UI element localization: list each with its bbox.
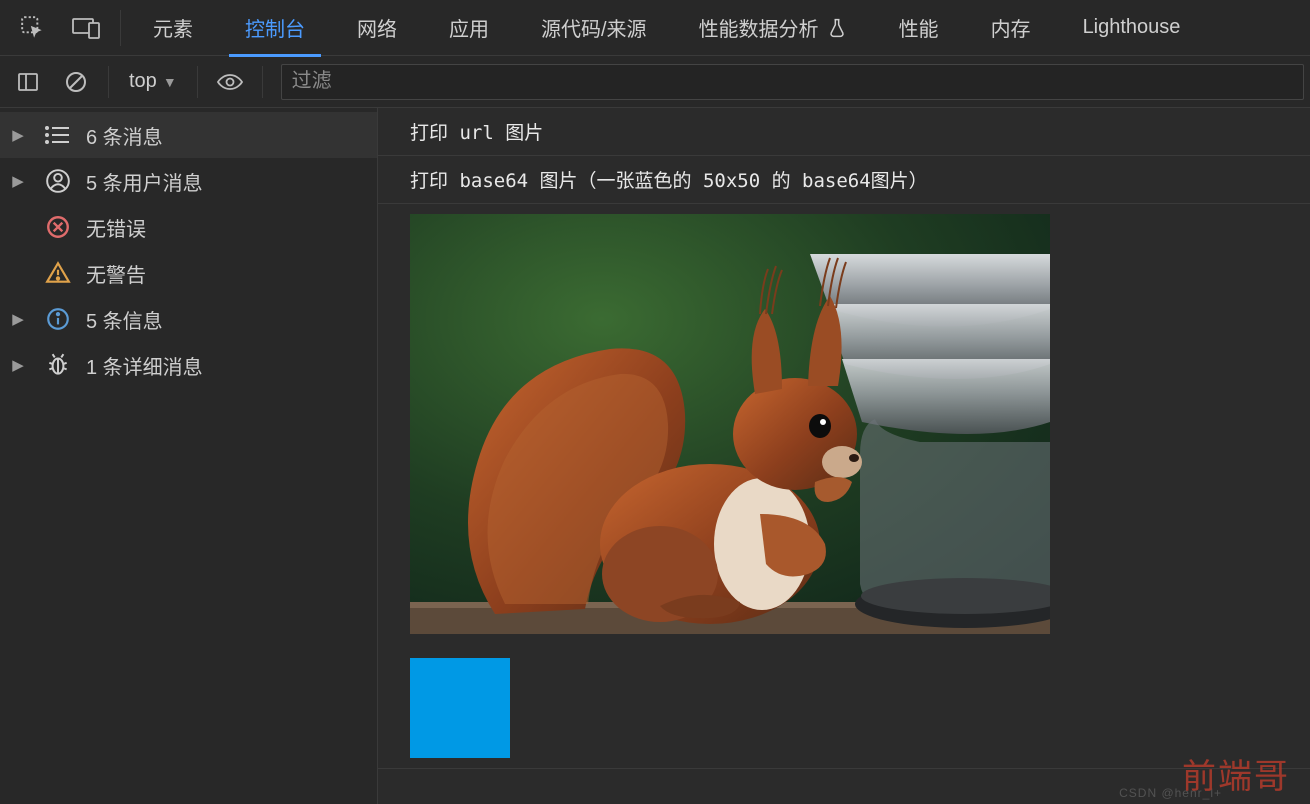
console-image-block [378,204,1310,769]
warning-icon [42,257,74,289]
tab-network[interactable]: 网络 [331,0,423,56]
chevron-right-icon: ▶ [6,310,30,328]
tab-elements[interactable]: 元素 [127,0,219,56]
base64-image-preview [410,658,510,758]
tab-label: 控制台 [245,13,305,42]
console-main: ▶ 6 条消息 ▶ 5 条用户消息 [0,108,1310,804]
watermark-text: 前端哥 [1182,749,1290,798]
console-log-row[interactable]: 打印 base64 图片（一张蓝色的 50x50 的 base64图片） [378,156,1310,204]
error-icon [42,211,74,243]
toolbar-separator [262,66,263,98]
tab-separator [120,10,121,46]
clear-console-button[interactable] [54,60,98,104]
chevron-right-icon: ▶ [6,126,30,144]
tab-memory[interactable]: 内存 [965,0,1057,56]
filter-input[interactable] [282,70,1303,93]
tab-performance[interactable]: 性能 [873,0,965,56]
sidebar-item-label: 5 条用户消息 [86,167,367,196]
flask-icon [827,18,847,38]
tab-label: 性能 [899,13,939,42]
sidebar-item-errors[interactable]: 无错误 [0,204,377,250]
bug-icon [42,349,74,381]
toolbar-separator [197,66,198,98]
sidebar-item-verbose[interactable]: ▶ 1 条详细消息 [0,342,377,388]
console-sidebar: ▶ 6 条消息 ▶ 5 条用户消息 [0,108,378,804]
toggle-sidebar-button[interactable] [6,60,50,104]
expand-icon [378,166,410,169]
sidebar-item-label: 1 条详细消息 [86,351,367,380]
sidebar-item-warnings[interactable]: 无警告 [0,250,377,296]
sidebar-item-label: 6 条消息 [86,121,367,150]
tab-console[interactable]: 控制台 [219,0,331,56]
console-toolbar: top ▼ [0,56,1310,108]
tab-label: 元素 [153,13,193,42]
toolbar-separator [108,66,109,98]
sidebar-item-info[interactable]: ▶ 5 条信息 [0,296,377,342]
execution-context-selector[interactable]: top ▼ [119,70,187,93]
sidebar-item-label: 5 条信息 [86,305,367,334]
chevron-right-icon: ▶ [6,172,30,190]
live-expression-button[interactable] [208,72,252,92]
inspect-element-icon[interactable] [6,0,60,56]
tab-application[interactable]: 应用 [423,0,515,56]
info-icon [42,303,74,335]
tab-label: 网络 [357,13,397,42]
tab-label: 内存 [991,13,1031,42]
devtools-tabbar: 元素 控制台 网络 应用 源代码/来源 性能数据分析 性能 内存 Lightho… [0,0,1310,56]
console-output: 打印 url 图片 打印 base64 图片（一张蓝色的 50x50 的 bas… [378,108,1310,804]
tab-sources[interactable]: 源代码/来源 [515,0,673,56]
context-label: top [129,70,157,93]
tab-label: 应用 [449,13,489,42]
tab-performance-insights[interactable]: 性能数据分析 [673,0,873,56]
chevron-right-icon: ▶ [6,356,30,374]
sidebar-item-label: 无警告 [86,259,367,288]
log-message: 打印 base64 图片（一张蓝色的 50x50 的 base64图片） [410,166,928,193]
log-message: 打印 url 图片 [410,118,543,145]
list-icon [42,119,74,151]
sidebar-item-user-messages[interactable]: ▶ 5 条用户消息 [0,158,377,204]
console-log-row[interactable]: 打印 url 图片 [378,108,1310,156]
tab-label: 源代码/来源 [541,13,647,42]
device-toolbar-icon[interactable] [60,0,114,56]
sidebar-item-label: 无错误 [86,213,367,242]
chevron-down-icon: ▼ [163,74,177,90]
user-icon [42,165,74,197]
sidebar-item-all-messages[interactable]: ▶ 6 条消息 [0,112,377,158]
filter-input-wrapper [281,64,1304,100]
tab-lighthouse[interactable]: Lighthouse [1057,0,1207,56]
devtools-root: 元素 控制台 网络 应用 源代码/来源 性能数据分析 性能 内存 Lightho… [0,0,1310,804]
url-image-preview [410,214,1050,634]
tab-label: 性能数据分析 [699,13,819,42]
expand-icon [378,118,410,121]
tab-label: Lighthouse [1083,16,1181,39]
